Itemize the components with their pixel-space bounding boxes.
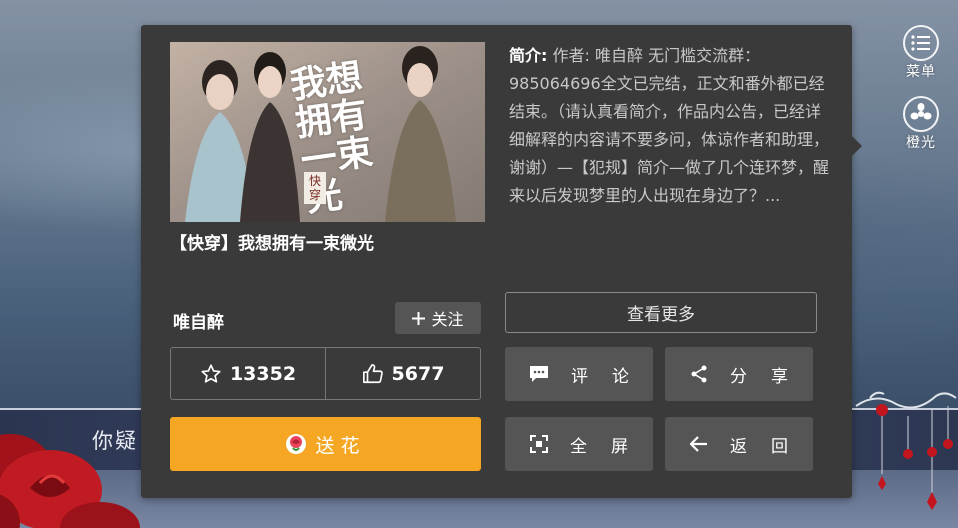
side-orange-label: 橙光 xyxy=(906,135,936,151)
star-button[interactable]: 13352 xyxy=(171,348,325,399)
rose-decoration-icon xyxy=(0,434,140,528)
follow-label: 关注 xyxy=(431,310,464,329)
cover-tag: 快穿 xyxy=(304,172,326,204)
send-flower-button[interactable]: 送花 xyxy=(170,417,481,471)
intro-text: 作者: 唯自醉 无门槛交流群：985064696全文已完结，正文和番外都已经结束… xyxy=(509,46,830,205)
fullscreen-icon xyxy=(530,435,548,453)
thumbs-up-icon xyxy=(362,363,383,383)
back-button[interactable]: 返回 xyxy=(665,417,813,471)
list-icon xyxy=(903,25,939,61)
stats-bar: 13352 5677 xyxy=(170,347,481,400)
side-menu-button[interactable]: 菜单 xyxy=(897,25,945,81)
book-cover-image[interactable]: 我想拥有一束光 快穿 xyxy=(170,42,485,222)
view-more-label: 查看更多 xyxy=(627,305,695,325)
comment-icon xyxy=(530,366,548,382)
author-name[interactable]: 唯自醉 xyxy=(173,308,224,333)
share-label: 分享 xyxy=(730,366,812,387)
like-button[interactable]: 5677 xyxy=(325,348,480,399)
orange-logo-icon xyxy=(903,96,939,132)
side-orange-button[interactable]: 橙光 xyxy=(897,96,945,152)
like-count: 5677 xyxy=(391,362,445,385)
follow-button[interactable]: 关注 xyxy=(395,302,481,334)
fullscreen-label: 全屏 xyxy=(570,436,652,457)
comment-label: 评论 xyxy=(571,366,653,387)
view-more-button[interactable]: 查看更多 xyxy=(505,292,817,333)
book-title: 【快穿】我想拥有一束微光 xyxy=(170,234,374,254)
arrow-left-icon xyxy=(690,436,707,452)
star-count: 13352 xyxy=(229,362,297,385)
share-icon xyxy=(691,365,707,383)
back-label: 返回 xyxy=(730,436,812,457)
hanging-ornament-decoration-icon xyxy=(855,391,957,510)
intro-label: 简介: xyxy=(509,46,548,65)
comment-button[interactable]: 评论 xyxy=(505,347,653,401)
plus-icon xyxy=(412,311,426,325)
send-flower-label: 送花 xyxy=(315,434,366,457)
panel-pointer xyxy=(852,136,862,156)
fullscreen-button[interactable]: 全屏 xyxy=(505,417,653,471)
star-icon xyxy=(201,363,221,383)
share-button[interactable]: 分享 xyxy=(665,347,813,401)
side-menu-label: 菜单 xyxy=(906,64,936,80)
flower-icon xyxy=(286,434,307,454)
book-intro: 简介: 作者: 唯自醉 无门槛交流群：985064696全文已完结，正文和番外都… xyxy=(509,42,831,210)
